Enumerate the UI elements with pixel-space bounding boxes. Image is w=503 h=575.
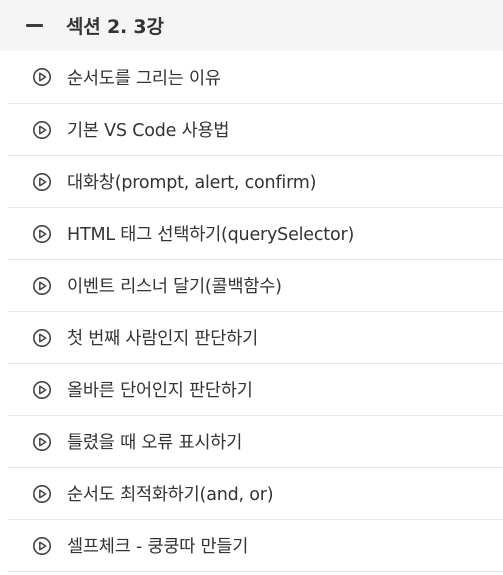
- lesson-title: HTML 태그 선택하기(querySelector): [67, 225, 355, 245]
- lesson-item[interactable]: HTML 태그 선택하기(querySelector): [8, 208, 503, 260]
- lesson-title: 순서도 최적화하기(and, or): [67, 485, 274, 505]
- play-circle-icon: [33, 536, 51, 555]
- minus-bar: [25, 24, 43, 27]
- lesson-item[interactable]: 셀프체크 - 쿵쿵따 만들기: [8, 520, 503, 572]
- lesson-item[interactable]: 기본 VS Code 사용법: [8, 104, 503, 156]
- play-circle-icon: [33, 484, 51, 503]
- lesson-title: 순서도를 그리는 이유: [67, 68, 221, 89]
- section-title: 섹션 2. 3강: [66, 16, 164, 38]
- play-circle-icon: [33, 172, 51, 191]
- lesson-list: 순서도를 그리는 이유 기본 VS Code 사용법 대화창(prompt, a…: [0, 51, 503, 572]
- play-circle-icon: [33, 224, 51, 243]
- lesson-title: 틀렸을 때 오류 표시하기: [67, 433, 243, 453]
- play-circle-icon: [33, 380, 51, 399]
- section-header[interactable]: 섹션 2. 3강: [0, 0, 503, 51]
- lesson-title: 이벤트 리스너 달기(콜백함수): [67, 277, 282, 297]
- play-circle-icon: [33, 432, 51, 451]
- lesson-item[interactable]: 올바른 단어인지 판단하기: [8, 364, 503, 416]
- lesson-title: 셀프체크 - 쿵쿵따 만들기: [67, 537, 249, 557]
- curriculum-section: 섹션 2. 3강 순서도를 그리는 이유 기본 VS Code 사용법 대화창(…: [0, 0, 503, 572]
- lesson-item[interactable]: 대화창(prompt, alert, confirm): [8, 156, 503, 208]
- lesson-item[interactable]: 첫 번째 사람인지 판단하기: [8, 312, 503, 364]
- lesson-item[interactable]: 이벤트 리스너 달기(콜백함수): [8, 260, 503, 312]
- play-circle-icon: [33, 120, 51, 139]
- play-circle-icon: [33, 68, 51, 86]
- lesson-item[interactable]: 순서도를 그리는 이유: [8, 51, 503, 104]
- lesson-title: 올바른 단어인지 판단하기: [67, 381, 253, 401]
- lesson-title: 기본 VS Code 사용법: [67, 121, 230, 141]
- play-circle-icon: [33, 276, 51, 295]
- lesson-title: 첫 번째 사람인지 판단하기: [67, 329, 258, 349]
- minus-icon[interactable]: [25, 18, 43, 34]
- lesson-item[interactable]: 순서도 최적화하기(and, or): [8, 468, 503, 520]
- lesson-title: 대화창(prompt, alert, confirm): [67, 173, 317, 193]
- play-circle-icon: [33, 328, 51, 347]
- lesson-item[interactable]: 틀렸을 때 오류 표시하기: [8, 416, 503, 468]
